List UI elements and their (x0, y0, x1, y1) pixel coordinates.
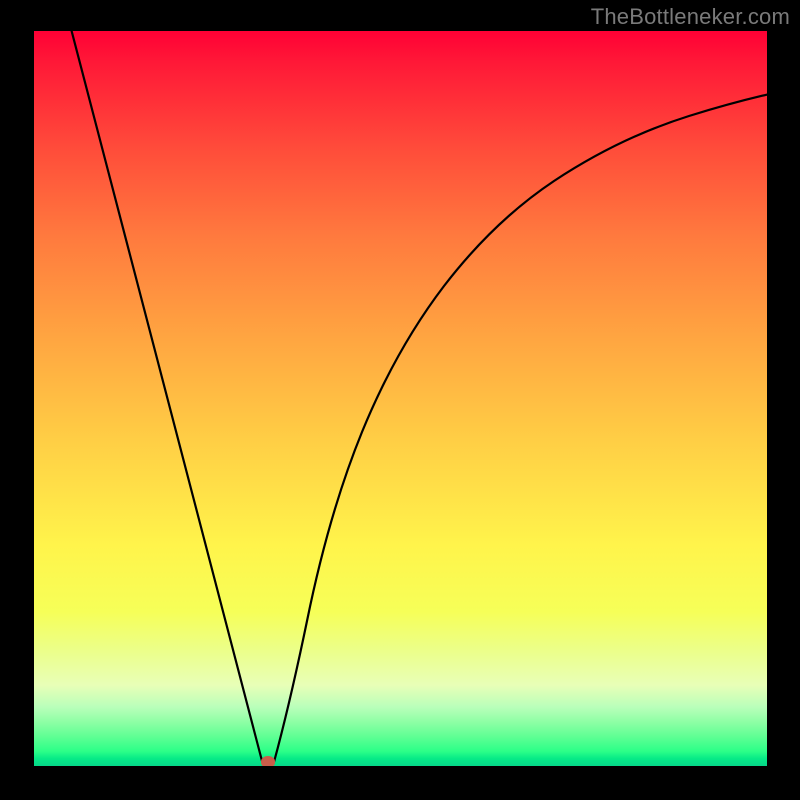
curve-right-branch (274, 93, 767, 762)
watermark-text: TheBottleneker.com (591, 4, 790, 30)
plot-area (34, 31, 767, 766)
curve-left-branch (69, 31, 262, 761)
chart-container: TheBottleneker.com (0, 0, 800, 800)
minimum-point-marker (261, 756, 275, 766)
curve-layer (34, 31, 767, 766)
